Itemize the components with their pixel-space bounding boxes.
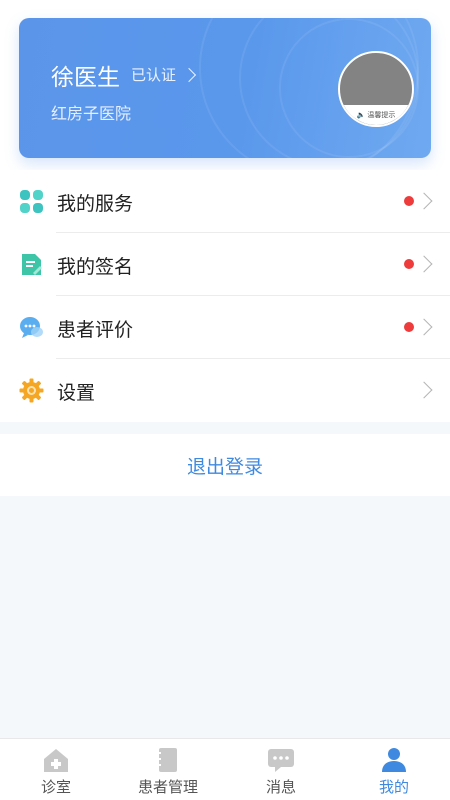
menu-item-label: 设置 bbox=[57, 382, 96, 404]
menu-item-label: 我的签名 bbox=[57, 256, 134, 278]
verified-label: 已认证 bbox=[131, 66, 177, 84]
profile-card[interactable]: 徐医生 已认证 红房子医院 🔈 温馨提示 bbox=[19, 18, 431, 158]
message-icon bbox=[268, 749, 294, 772]
menu-item-label: 患者评价 bbox=[57, 319, 134, 341]
chevron-right-icon bbox=[415, 192, 433, 210]
verified-link[interactable]: 已认证 bbox=[131, 64, 197, 85]
tab-patient-management[interactable]: 患者管理 bbox=[112, 739, 224, 800]
tab-mine[interactable]: 我的 bbox=[338, 739, 450, 800]
clinic-house-icon bbox=[44, 749, 68, 772]
gear-icon bbox=[19, 378, 44, 403]
menu-item-my-services[interactable]: 我的服务 bbox=[0, 170, 450, 233]
notification-dot bbox=[404, 259, 414, 269]
chevron-right-icon bbox=[415, 255, 433, 273]
clover-icon bbox=[20, 190, 43, 213]
avatar-caption-strip: 🔈 温馨提示 bbox=[340, 105, 412, 125]
menu-item-patient-reviews[interactable]: 患者评价 bbox=[0, 296, 450, 359]
notebook-icon bbox=[157, 748, 177, 772]
logout-button[interactable]: 退出登录 bbox=[0, 434, 450, 496]
bottom-tab-bar: 诊室 患者管理 消息 我的 bbox=[0, 738, 450, 800]
tab-label: 消息 bbox=[265, 778, 296, 796]
chevron-right-icon bbox=[415, 381, 433, 399]
menu-item-my-signature[interactable]: 我的签名 bbox=[0, 233, 450, 296]
avatar[interactable]: 🔈 温馨提示 bbox=[338, 51, 414, 127]
person-icon bbox=[382, 748, 406, 772]
doctor-name: 徐医生 bbox=[51, 65, 120, 91]
chat-bubble-icon bbox=[20, 317, 43, 338]
notification-dot bbox=[404, 196, 414, 206]
tab-clinic[interactable]: 诊室 bbox=[0, 739, 112, 800]
chevron-right-icon bbox=[415, 318, 433, 336]
hospital-name: 红房子医院 bbox=[51, 104, 132, 123]
menu-list: 我的服务 我的签名 患者评价 设置 bbox=[0, 170, 450, 422]
tab-label: 诊室 bbox=[40, 778, 71, 796]
speaker-icon: 🔈 bbox=[356, 111, 366, 119]
notification-dot bbox=[404, 322, 414, 332]
tab-messages[interactable]: 消息 bbox=[225, 739, 337, 800]
chevron-right-icon bbox=[181, 67, 197, 82]
avatar-caption: 温馨提示 bbox=[367, 111, 396, 119]
tab-label: 我的 bbox=[378, 778, 409, 796]
menu-item-settings[interactable]: 设置 bbox=[0, 359, 450, 422]
signature-doc-icon bbox=[22, 254, 42, 275]
tab-label: 患者管理 bbox=[137, 778, 198, 796]
menu-item-label: 我的服务 bbox=[57, 193, 134, 215]
